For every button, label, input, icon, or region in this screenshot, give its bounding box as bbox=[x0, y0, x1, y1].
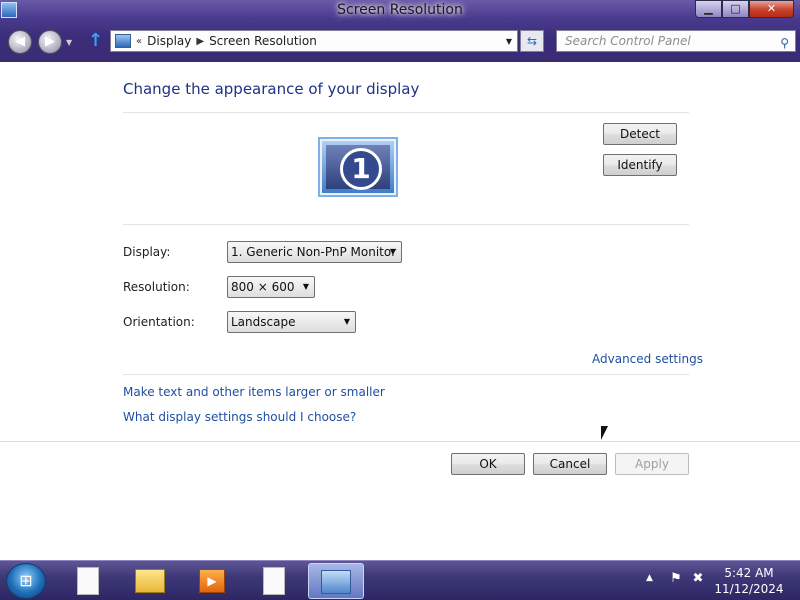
orientation-select[interactable]: Landscape ▼ bbox=[227, 311, 356, 333]
network-icon[interactable]: ⚑ bbox=[668, 571, 684, 587]
detect-button[interactable]: Detect bbox=[603, 123, 677, 145]
refresh-button[interactable]: ⇆ bbox=[520, 30, 544, 52]
ok-button[interactable]: OK bbox=[451, 453, 525, 475]
breadcrumb-screen-resolution[interactable]: Screen Resolution bbox=[209, 34, 317, 48]
chevron-down-icon: ▼ bbox=[302, 282, 309, 291]
breadcrumb-overflow-icon[interactable]: « bbox=[136, 36, 142, 47]
display-label: Display: bbox=[123, 245, 171, 259]
orientation-value: Landscape bbox=[231, 315, 296, 329]
taskbar-document-1[interactable] bbox=[60, 563, 116, 599]
close-button[interactable]: ✕ bbox=[749, 0, 794, 18]
back-button[interactable]: ◀ bbox=[8, 30, 32, 54]
monitor-number: 1 bbox=[340, 148, 382, 190]
address-dropdown-icon[interactable]: ▼ bbox=[506, 37, 512, 46]
control-panel-icon bbox=[115, 34, 131, 48]
search-placeholder: Search Control Panel bbox=[565, 34, 691, 48]
divider bbox=[123, 374, 689, 375]
advanced-settings-link[interactable]: Advanced settings bbox=[592, 352, 703, 366]
cancel-button[interactable]: Cancel bbox=[533, 453, 607, 475]
breadcrumb-separator-icon[interactable]: ▶ bbox=[196, 36, 204, 47]
clock-date: 11/12/2024 bbox=[714, 582, 784, 596]
resolution-select[interactable]: 800 × 600 ▼ bbox=[227, 276, 315, 298]
taskbar-document-2[interactable] bbox=[246, 563, 302, 599]
clock-time: 5:42 AM bbox=[724, 566, 774, 580]
search-input[interactable]: Search Control Panel ⚲ bbox=[556, 30, 796, 52]
taskbar-control-panel[interactable] bbox=[308, 563, 364, 599]
mouse-cursor-icon bbox=[601, 426, 608, 440]
display-value: 1. Generic Non-PnP Monitor bbox=[231, 245, 397, 259]
caption-buttons: ▁ □ ✕ bbox=[695, 0, 794, 18]
monitor-screen: 1 bbox=[326, 145, 390, 190]
windows-logo-icon: ⊞ bbox=[19, 571, 33, 590]
forward-button[interactable]: ▶ bbox=[38, 30, 62, 54]
divider bbox=[0, 441, 800, 442]
control-panel-icon bbox=[321, 570, 351, 594]
orientation-label: Orientation: bbox=[123, 315, 195, 329]
address-bar[interactable]: « Display ▶ Screen Resolution ▼ bbox=[110, 30, 518, 52]
recent-pages-dropdown-icon[interactable]: ▼ bbox=[66, 38, 72, 47]
resolution-value: 800 × 600 bbox=[231, 280, 295, 294]
system-clock[interactable]: 5:42 AM 11/12/2024 bbox=[714, 565, 784, 597]
title-bar: Screen Resolution ▁ □ ✕ ◀ ▶ ▼ ↑ « Displa… bbox=[0, 0, 800, 62]
divider bbox=[123, 224, 689, 225]
display-select[interactable]: 1. Generic Non-PnP Monitor ▼ bbox=[227, 241, 402, 263]
display-help-link[interactable]: What display settings should I choose? bbox=[123, 410, 356, 424]
taskbar: ⊞ ▶ ▲ ⚑ ✖ 5:42 AM 11/12/2024 bbox=[0, 560, 800, 600]
minimize-button[interactable]: ▁ bbox=[695, 0, 722, 18]
up-arrow-icon[interactable]: ↑ bbox=[88, 30, 103, 51]
page-title: Change the appearance of your display bbox=[123, 80, 420, 98]
breadcrumb-display[interactable]: Display bbox=[147, 34, 191, 48]
monitor-preview-1[interactable]: 1 bbox=[318, 137, 398, 197]
window-title: Screen Resolution bbox=[337, 2, 463, 18]
media-player-icon: ▶ bbox=[199, 569, 225, 593]
chevron-down-icon: ▼ bbox=[389, 247, 396, 256]
back-arrow-icon: ◀ bbox=[15, 34, 25, 49]
maximize-button[interactable]: □ bbox=[722, 0, 749, 18]
screen-resolution-page: Change the appearance of your display 1 … bbox=[0, 62, 800, 560]
taskbar-media-player[interactable]: ▶ bbox=[184, 563, 240, 599]
refresh-icon: ⇆ bbox=[526, 34, 538, 48]
folder-icon bbox=[135, 569, 165, 593]
apply-button[interactable]: Apply bbox=[615, 453, 689, 475]
taskbar-file-explorer[interactable] bbox=[122, 563, 178, 599]
text-size-link[interactable]: Make text and other items larger or smal… bbox=[123, 385, 385, 399]
search-icon[interactable]: ⚲ bbox=[780, 33, 789, 53]
chevron-down-icon: ▼ bbox=[343, 317, 350, 326]
resolution-label: Resolution: bbox=[123, 280, 190, 294]
volume-muted-icon[interactable]: ✖ bbox=[690, 571, 706, 587]
document-icon bbox=[77, 567, 99, 595]
forward-arrow-icon: ▶ bbox=[45, 34, 55, 49]
divider bbox=[123, 112, 689, 113]
document-icon bbox=[263, 567, 285, 595]
identify-button[interactable]: Identify bbox=[603, 154, 677, 176]
start-button[interactable]: ⊞ bbox=[6, 563, 46, 599]
show-hidden-icons-icon[interactable]: ▲ bbox=[646, 573, 653, 583]
